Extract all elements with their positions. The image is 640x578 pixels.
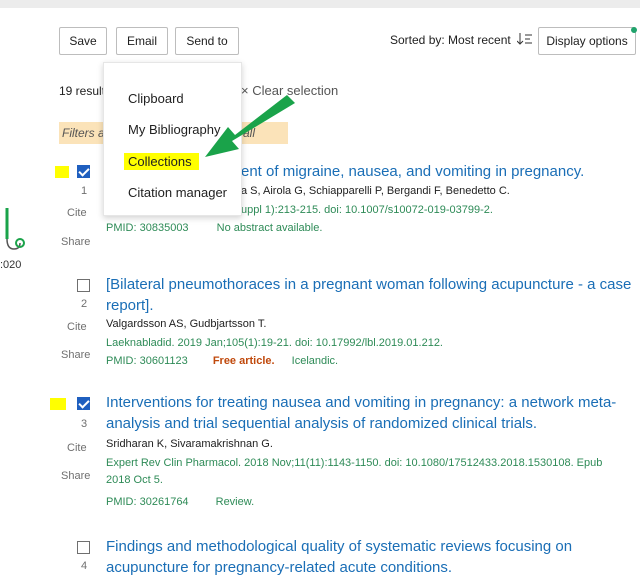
results-count: 19 result <box>59 84 106 98</box>
article-authors: a S, Airola G, Schiapparelli P, Bergandi… <box>241 185 510 197</box>
article-authors: Sridharan K, Sivaramakrishnan G. <box>106 438 273 450</box>
share-button[interactable]: Share <box>61 470 90 482</box>
article-title-line2: acupuncture for pregnancy-related acute … <box>106 559 453 576</box>
send-to-button[interactable]: Send to <box>175 27 239 55</box>
sort-descending-icon <box>516 33 533 45</box>
article-checkbox[interactable] <box>77 165 90 178</box>
result-number: 1 <box>80 185 88 197</box>
free-article-badge: Free article. <box>212 355 275 367</box>
review-note: Review. <box>215 496 255 508</box>
display-options-button[interactable]: Display options <box>538 27 636 55</box>
menu-item-collections[interactable]: Collections <box>128 154 192 169</box>
article-journal: uppl 1):213-215. doi: 10.1007/s10072-019… <box>241 204 493 216</box>
article-title-line1: Interventions for treating nausea and vo… <box>106 394 617 411</box>
article-journal: Expert Rev Clin Pharmacol. 2018 Nov;11(1… <box>106 455 636 489</box>
sorted-by-label: Sorted by: Most recent <box>390 33 511 47</box>
article-title-line2: report]. <box>106 297 154 314</box>
cite-button[interactable]: Cite <box>67 321 87 333</box>
article-title-line1: [Bilateral pneumothoraces in a pregnant … <box>106 276 632 293</box>
article-checkbox[interactable] <box>77 397 90 410</box>
menu-item-clipboard[interactable]: Clipboard <box>128 91 184 106</box>
article-pmid-line: PMID: 30261764 Review. <box>106 496 254 508</box>
result-number: 2 <box>80 298 88 310</box>
green-arrow-icon <box>205 95 295 157</box>
article-journal: Laeknabladid. 2019 Jan;105(1):19-21. doi… <box>106 337 443 349</box>
article-title-line1: Findings and methodological quality of s… <box>106 538 573 555</box>
language-note: Icelandic. <box>291 355 339 367</box>
article-pmid-line: PMID: 30835003 No abstract available. <box>106 222 322 234</box>
cite-button[interactable]: Cite <box>67 207 87 219</box>
result-number: 3 <box>80 418 88 430</box>
article-authors: Valgardsson AS, Gudbjartsson T. <box>106 318 267 330</box>
share-button[interactable]: Share <box>61 236 90 248</box>
article-title[interactable]: Findings and methodological quality of s… <box>106 536 636 578</box>
email-button[interactable]: Email <box>116 27 168 55</box>
save-button[interactable]: Save <box>59 27 107 55</box>
article-title-line2: analysis and trial sequential analysis o… <box>106 415 538 432</box>
pmid: PMID: 30261764 <box>106 496 189 508</box>
yellow-highlight <box>55 166 69 178</box>
article-journal-line2: 2018 Oct 5. <box>106 474 163 486</box>
timeline-chart-fragment <box>5 208 25 250</box>
article-title[interactable]: [Bilateral pneumothoraces in a pregnant … <box>106 274 636 316</box>
pmid: PMID: 30835003 <box>106 222 189 234</box>
share-button[interactable]: Share <box>61 349 90 361</box>
year-label: :020 <box>0 259 22 271</box>
filters-label: Filters a <box>62 126 105 140</box>
yellow-highlight <box>50 398 66 410</box>
no-abstract-note: No abstract available. <box>216 222 323 234</box>
menu-item-citation-manager[interactable]: Citation manager <box>128 185 227 200</box>
sort-control[interactable]: Sorted by: Most recent <box>390 33 533 47</box>
cite-button[interactable]: Cite <box>67 442 87 454</box>
article-pmid-line: PMID: 30601123 Free article. Icelandic. <box>106 355 338 367</box>
notification-dot <box>631 27 637 33</box>
result-number: 4 <box>80 560 88 572</box>
pmid: PMID: 30601123 <box>106 355 188 367</box>
top-strip <box>0 0 640 8</box>
article-journal-line1: Expert Rev Clin Pharmacol. 2018 Nov;11(1… <box>106 457 603 469</box>
article-checkbox[interactable] <box>77 541 90 554</box>
article-title[interactable]: Interventions for treating nausea and vo… <box>106 392 636 434</box>
article-checkbox[interactable] <box>77 279 90 292</box>
